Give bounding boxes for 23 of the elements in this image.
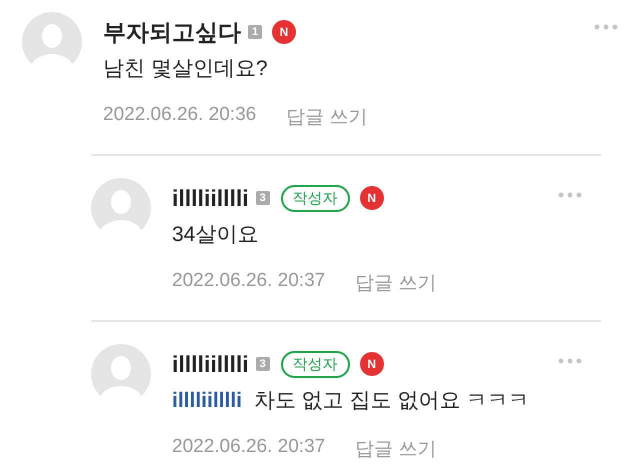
comment-text: 34살이요 xyxy=(172,222,260,248)
level-badge: 1 xyxy=(248,25,262,39)
level-badge: 3 xyxy=(256,191,270,205)
comment-date: 2022.06.26. 20:36 xyxy=(103,104,256,127)
comment-text: 남친 몇살인데요? xyxy=(103,56,269,82)
comment-date: 2022.06.26. 20:37 xyxy=(172,270,326,293)
writer-badge: 작성자 xyxy=(280,350,350,378)
author-name[interactable]: illlliilllli xyxy=(172,184,249,212)
avatar-icon xyxy=(91,178,151,238)
writer-badge: 작성자 xyxy=(280,184,350,212)
level-badge: 3 xyxy=(256,357,270,371)
avatar-icon xyxy=(22,12,82,72)
more-options-icon[interactable] xyxy=(558,358,582,364)
author-name[interactable]: 부자되고싶다 xyxy=(103,16,241,48)
more-options-icon[interactable] xyxy=(558,192,582,198)
author-name[interactable]: illlliilllli xyxy=(172,350,249,378)
more-options-icon[interactable] xyxy=(594,24,618,30)
comment-date: 2022.06.26. 20:37 xyxy=(172,436,326,459)
new-badge: N xyxy=(360,186,384,210)
new-badge: N xyxy=(272,20,296,44)
comment-text: illlliilllli 차도 없고 집도 없어요 ㅋㅋㅋ xyxy=(172,388,530,414)
avatar-icon xyxy=(91,344,151,404)
new-badge: N xyxy=(360,352,384,376)
